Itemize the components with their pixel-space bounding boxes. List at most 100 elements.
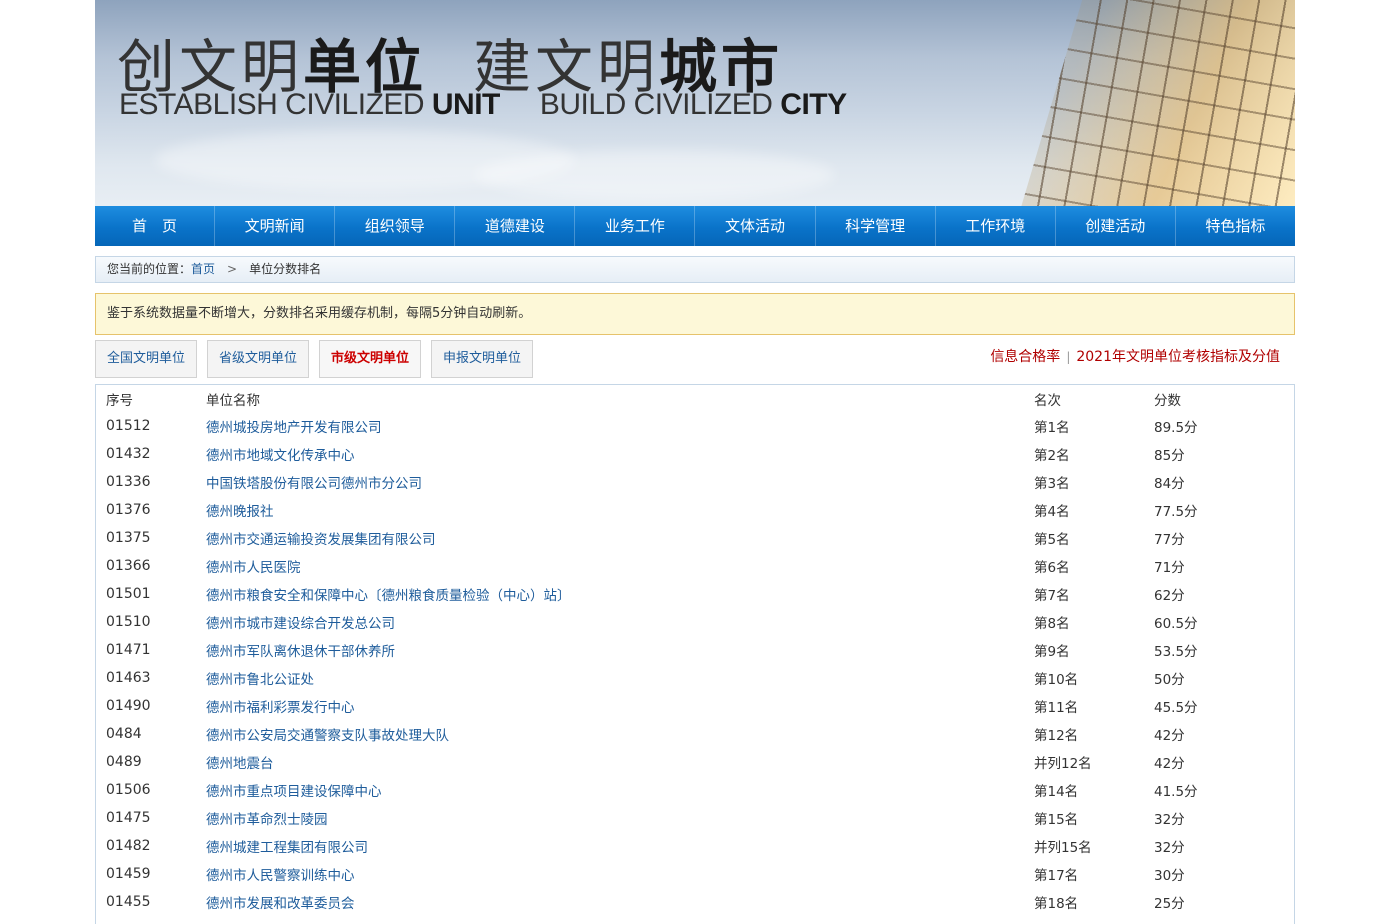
row-serial: 01501 (106, 586, 151, 602)
row-score: 89.5分 (1154, 420, 1198, 436)
row-score: 45.5分 (1154, 700, 1198, 716)
qualification-rate-link[interactable]: 信息合格率 (990, 349, 1060, 365)
row-score: 32分 (1154, 840, 1185, 856)
row-unit-name-link[interactable]: 德州市鲁北公证处 (206, 664, 1034, 692)
row-unit-name-link[interactable]: 德州市公安局交通警察支队事故处理大队 (206, 720, 1034, 748)
right-links: 信息合格率 | 2021年文明单位考核指标及分值 (990, 340, 1280, 374)
row-serial: 01375 (106, 530, 151, 546)
nav-item-home[interactable]: 首 页 (95, 206, 216, 246)
row-score: 42分 (1154, 756, 1185, 772)
main-nav: 首 页 文明新闻 组织领导 道德建设 业务工作 文体活动 科学管理 工作环境 创… (95, 206, 1295, 246)
row-serial: 01455 (106, 894, 151, 910)
row-serial: 01471 (106, 642, 151, 658)
nav-item-leadership[interactable]: 组织领导 (335, 206, 456, 246)
table-row: 01432 德州市地域文化传承中心 第2名 85分 (96, 440, 1284, 468)
table-row: 01482 德州城建工程集团有限公司 并列15名 32分 (96, 832, 1284, 860)
row-unit-name-link[interactable]: 德州城投房地产开发有限公司 (206, 412, 1034, 440)
row-serial: 01482 (106, 838, 151, 854)
row-unit-name-link[interactable]: 中国铁塔股份有限公司德州市分公司 (206, 468, 1034, 496)
row-unit-name-link[interactable]: 德州市发展和改革委员会 (206, 888, 1034, 916)
row-score: 42分 (1154, 728, 1185, 744)
row-score: 77分 (1154, 532, 1185, 548)
nav-item-morality[interactable]: 道德建设 (455, 206, 576, 246)
table-row: 01501 德州市粮食安全和保障中心〔德州粮食质量检验（中心）站〕 第7名 62分 (96, 580, 1284, 608)
row-serial: 0484 (106, 726, 142, 742)
nav-item-environment[interactable]: 工作环境 (936, 206, 1056, 246)
nav-item-management[interactable]: 科学管理 (816, 206, 936, 246)
row-unit-name-link[interactable]: 德州市福利彩票发行中心 (206, 692, 1034, 720)
nav-item-business[interactable]: 业务工作 (575, 206, 696, 246)
header-score: 分数 (1154, 393, 1181, 409)
tab-national[interactable]: 全国文明单位 (95, 340, 198, 378)
nav-item-activities[interactable]: 创建活动 (1056, 206, 1176, 246)
table-row: 01490 德州市福利彩票发行中心 第11名 45.5分 (96, 692, 1284, 720)
row-unit-name-link[interactable]: 德州市军队离休退休干部休养所 (206, 636, 1034, 664)
row-rank: 第17名 (1034, 868, 1079, 884)
nav-item-culture-sports[interactable]: 文体活动 (695, 206, 816, 246)
row-score: 50分 (1154, 672, 1185, 688)
row-rank: 第5名 (1034, 532, 1070, 548)
row-serial: 01490 (106, 698, 151, 714)
table-row: 01471 德州市军队离休退休干部休养所 第9名 53.5分 (96, 636, 1284, 664)
table-row: 01376 德州晚报社 第4名 77.5分 (96, 496, 1284, 524)
banner-slogan-en: ESTABLISH CIVILIZED UNIT BUILD CIVILIZED … (119, 88, 847, 121)
nav-item-news[interactable]: 文明新闻 (215, 206, 336, 246)
row-rank: 并列12名 (1034, 756, 1092, 772)
row-rank: 第12名 (1034, 728, 1079, 744)
row-serial: 01463 (106, 670, 151, 686)
row-serial: 01376 (106, 502, 151, 518)
ranking-table: 序号 单位名称 名次 分数 01512 德州城投房地产开发有限公司 第1名 89.5分… (96, 385, 1284, 916)
row-serial: 01506 (106, 782, 151, 798)
row-unit-name-link[interactable]: 德州市地域文化传承中心 (206, 440, 1034, 468)
row-rank: 第2名 (1034, 448, 1070, 464)
row-rank: 第3名 (1034, 476, 1070, 492)
row-score: 53.5分 (1154, 644, 1198, 660)
nav-item-indicators[interactable]: 特色指标 (1176, 206, 1295, 246)
row-unit-name-link[interactable]: 德州地震台 (206, 748, 1034, 776)
row-score: 77.5分 (1154, 504, 1198, 520)
row-unit-name-link[interactable]: 德州晚报社 (206, 496, 1034, 524)
breadcrumb-prefix: 您当前的位置： (107, 262, 192, 276)
tab-municipal[interactable]: 市级文明单位 (319, 340, 422, 378)
row-rank: 第15名 (1034, 812, 1079, 828)
row-score: 30分 (1154, 868, 1185, 884)
tab-applying[interactable]: 申报文明单位 (431, 340, 534, 378)
breadcrumb: 您当前的位置：首页 > 单位分数排名 (95, 256, 1295, 283)
row-unit-name-link[interactable]: 德州市人民警察训练中心 (206, 860, 1034, 888)
row-rank: 第1名 (1034, 420, 1070, 436)
assessment-indicators-link[interactable]: 2021年文明单位考核指标及分值 (1076, 349, 1280, 365)
row-serial: 01366 (106, 558, 151, 574)
table-row: 01455 德州市发展和改革委员会 第18名 25分 (96, 888, 1284, 916)
row-serial: 01510 (106, 614, 151, 630)
row-score: 84分 (1154, 476, 1185, 492)
table-row: 01366 德州市人民医院 第6名 71分 (96, 552, 1284, 580)
breadcrumb-separator: > (227, 262, 238, 276)
table-row: 01459 德州市人民警察训练中心 第17名 30分 (96, 860, 1284, 888)
row-unit-name-link[interactable]: 德州市粮食安全和保障中心〔德州粮食质量检验（中心）站〕 (206, 580, 1034, 608)
row-score: 71分 (1154, 560, 1185, 576)
row-score: 60.5分 (1154, 616, 1198, 632)
row-unit-name-link[interactable]: 德州市城市建设综合开发总公司 (206, 608, 1034, 636)
row-serial: 01336 (106, 474, 151, 490)
row-unit-name-link[interactable]: 德州市革命烈士陵园 (206, 804, 1034, 832)
ranking-table-container: 序号 单位名称 名次 分数 01512 德州城投房地产开发有限公司 第1名 89.5分… (95, 384, 1295, 924)
table-row: 01506 德州市重点项目建设保障中心 第14名 41.5分 (96, 776, 1284, 804)
row-rank: 第7名 (1034, 588, 1070, 604)
banner-building-grid (1021, 0, 1295, 206)
breadcrumb-home-link[interactable]: 首页 (191, 262, 215, 276)
row-rank: 第8名 (1034, 616, 1070, 632)
table-row: 01510 德州市城市建设综合开发总公司 第8名 60.5分 (96, 608, 1284, 636)
row-serial: 01512 (106, 418, 151, 434)
table-row: 01512 德州城投房地产开发有限公司 第1名 89.5分 (96, 412, 1284, 440)
row-unit-name-link[interactable]: 德州市交通运输投资发展集团有限公司 (206, 524, 1034, 552)
row-unit-name-link[interactable]: 德州市人民医院 (206, 552, 1034, 580)
tab-provincial[interactable]: 省级文明单位 (207, 340, 310, 378)
row-unit-name-link[interactable]: 德州市重点项目建设保障中心 (206, 776, 1034, 804)
row-unit-name-link[interactable]: 德州城建工程集团有限公司 (206, 832, 1034, 860)
row-rank: 第9名 (1034, 644, 1070, 660)
row-score: 41.5分 (1154, 784, 1198, 800)
table-header-row: 序号 单位名称 名次 分数 (96, 385, 1284, 412)
row-rank: 第14名 (1034, 784, 1079, 800)
header-serial: 序号 (106, 393, 133, 409)
page: 创文明单位 建文明城市 ESTABLISH CIVILIZED UNIT BUILD… (95, 0, 1295, 924)
